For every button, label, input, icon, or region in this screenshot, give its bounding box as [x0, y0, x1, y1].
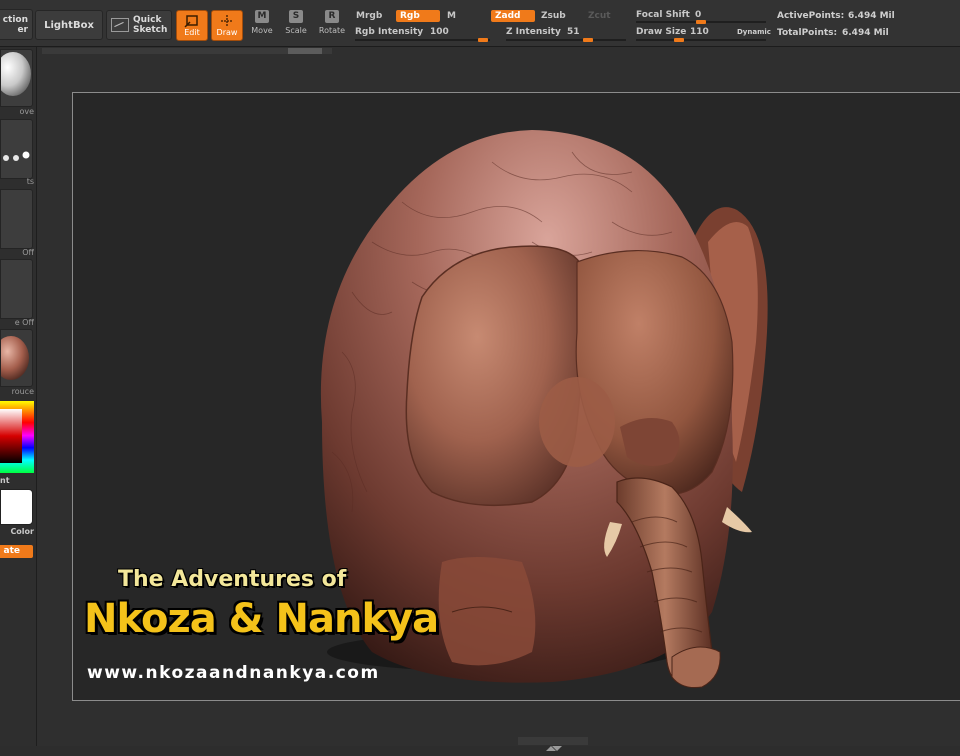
total-points-value: 6.494 Mil [842, 28, 889, 38]
alpha-caption: Off [22, 248, 34, 257]
selection-button[interactable]: ction er [0, 9, 33, 40]
material-tile[interactable] [0, 329, 33, 387]
total-points-label: TotalPoints: [777, 28, 838, 38]
canvas-ruler-marker [288, 48, 322, 54]
color-picker-spectrum[interactable] [0, 401, 34, 473]
lightbox-button[interactable]: LightBox [35, 10, 103, 40]
move-label: Move [251, 26, 273, 35]
alpha-tile[interactable] [0, 189, 33, 249]
scale-label: Scale [285, 26, 307, 35]
brush-sphere-icon [1, 52, 31, 96]
orange-action-button[interactable]: ate [0, 545, 33, 558]
draw-button[interactable]: Draw [211, 10, 243, 41]
logo-title-line: The Adventures of [118, 567, 347, 592]
zcut-toggle[interactable]: Zcut [588, 11, 611, 21]
color-caption: nt [0, 476, 10, 485]
draw-icon [221, 15, 233, 27]
zsub-toggle[interactable]: Zsub [541, 11, 566, 21]
dots-stroke-icon [3, 151, 30, 161]
zadd-toggle[interactable]: Zadd [491, 10, 535, 22]
draw-size-knob[interactable] [674, 38, 684, 42]
left-tray: ove ts Off e Off rouce nt Color ate [0, 47, 37, 746]
expand-arrows-icon [546, 746, 562, 751]
z-intensity-value: 51 [567, 27, 580, 37]
move-button[interactable]: M Move [246, 10, 278, 40]
quick-sketch-label-1: Quick [133, 15, 162, 25]
mrgb-toggle[interactable]: Mrgb [356, 11, 382, 21]
quick-sketch-label-2: Sketch [133, 25, 168, 35]
focal-shift-label: Focal Shift [636, 10, 690, 20]
swatch-caption: Color [10, 527, 34, 536]
material-caption: rouce [11, 387, 34, 396]
quick-sketch-icon [111, 18, 129, 32]
stroke-tile[interactable] [0, 119, 33, 179]
dynamic-toggle[interactable]: Dynamic [737, 28, 771, 36]
scale-button[interactable]: S Scale [280, 10, 312, 40]
quick-sketch-button[interactable]: Quick Sketch [106, 10, 172, 40]
rgb-intensity-value: 100 [430, 27, 449, 37]
draw-size-slider[interactable] [636, 38, 766, 42]
draw-size-value: 110 [690, 27, 709, 37]
scale-icon: S [289, 10, 303, 23]
edit-button[interactable]: Edit [176, 10, 208, 41]
active-points-value: 6.494 Mil [848, 11, 895, 21]
logo-website-url: www.nkozaandnankya.com [87, 663, 380, 683]
rotate-label: Rotate [318, 26, 346, 35]
bottom-shelf-handle[interactable] [518, 737, 588, 751]
rgb-intensity-knob[interactable] [478, 38, 488, 42]
z-intensity-slider[interactable] [506, 38, 626, 42]
main-color-swatch[interactable] [0, 489, 33, 525]
stroke-caption: ts [26, 177, 34, 186]
brush-tile[interactable] [0, 49, 33, 107]
rgb-intensity-label: Rgb Intensity [355, 27, 424, 37]
active-points-label: ActivePoints: [777, 11, 845, 21]
rotate-icon: R [325, 10, 339, 23]
move-icon: M [255, 10, 269, 23]
m-toggle[interactable]: M [447, 11, 456, 21]
draw-size-label: Draw Size [636, 27, 687, 37]
edit-label: Edit [184, 28, 200, 37]
texture-caption: e Off [14, 318, 34, 327]
document-canvas[interactable]: The Adventures of Nkoza & Nankya www.nko… [72, 92, 960, 701]
rotate-button[interactable]: R Rotate [316, 10, 348, 40]
texture-tile[interactable] [0, 259, 33, 319]
color-picker-square[interactable] [0, 409, 22, 463]
focal-shift-slider[interactable] [636, 20, 766, 24]
top-toolbar: ction er LightBox Quick Sketch Edit Draw… [0, 0, 960, 47]
edit-icon [184, 15, 198, 28]
z-intensity-knob[interactable] [583, 38, 593, 42]
focal-shift-knob[interactable] [696, 20, 706, 24]
logo-main-title: Nkoza & Nankya [84, 596, 439, 642]
rgb-toggle[interactable]: Rgb [396, 10, 440, 22]
brush-caption: ove [19, 107, 34, 116]
material-sphere-icon [1, 336, 29, 380]
rgb-intensity-slider[interactable] [355, 38, 490, 42]
draw-label: Draw [216, 28, 238, 37]
focal-shift-value: 0 [695, 10, 702, 20]
z-intensity-label: Z Intensity [506, 27, 561, 37]
